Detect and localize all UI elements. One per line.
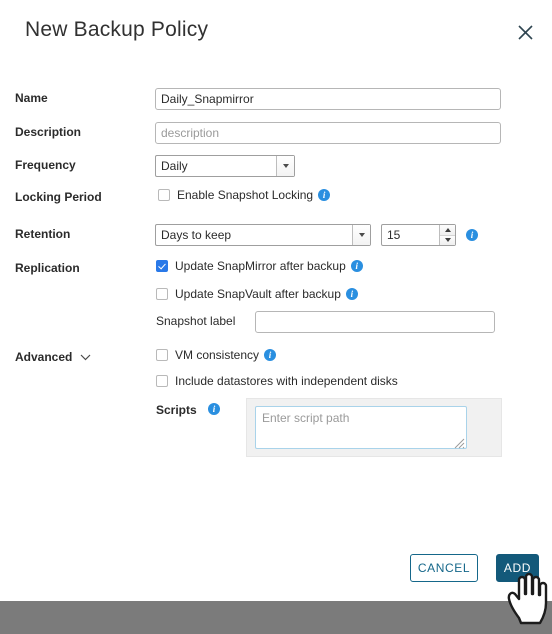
advanced-toggle[interactable]: Advanced: [15, 350, 91, 364]
update-snapmirror-label[interactable]: Update SnapMirror after backup: [175, 259, 346, 273]
update-snapvault-row: Update SnapVault after backup i: [156, 287, 358, 301]
name-input[interactable]: [155, 88, 501, 110]
locking-period-label: Locking Period: [15, 190, 102, 204]
info-icon[interactable]: i: [466, 229, 478, 241]
snapshot-label-input[interactable]: [255, 311, 495, 333]
page-title: New Backup Policy: [25, 18, 209, 41]
independent-disks-row: Include datastores with independent disk…: [156, 374, 398, 388]
new-backup-policy-dialog: New Backup Policy Name Description Frequ…: [0, 0, 552, 601]
info-icon[interactable]: i: [350, 260, 363, 272]
retention-count-value[interactable]: 15: [382, 225, 439, 245]
snapshot-label-label: Snapshot label: [156, 314, 236, 328]
advanced-label: Advanced: [15, 350, 73, 364]
retention-label: Retention: [15, 227, 71, 241]
chevron-down-icon: [352, 225, 370, 245]
retention-count-stepper[interactable]: 15: [381, 224, 456, 246]
update-snapmirror-row: Update SnapMirror after backup i: [156, 259, 363, 273]
replication-label: Replication: [15, 261, 80, 275]
frequency-select[interactable]: Daily: [155, 155, 295, 177]
retention-type-select[interactable]: Days to keep: [155, 224, 371, 246]
scripts-label: Scripts: [156, 403, 197, 417]
close-icon[interactable]: [512, 19, 538, 45]
frequency-label: Frequency: [15, 158, 76, 172]
info-icon[interactable]: i: [345, 288, 358, 300]
vm-consistency-checkbox[interactable]: [156, 349, 168, 361]
independent-disks-label[interactable]: Include datastores with independent disk…: [175, 374, 398, 388]
dialog-header: New Backup Policy: [0, 0, 552, 62]
cancel-button[interactable]: CANCEL: [410, 554, 478, 582]
retention-type-value: Days to keep: [161, 228, 232, 242]
description-label: Description: [15, 125, 82, 139]
frequency-select-value: Daily: [161, 159, 188, 173]
info-icon[interactable]: i: [208, 403, 220, 415]
enable-snapshot-locking-row: Enable Snapshot Locking i: [158, 188, 331, 202]
stepper-increment-button[interactable]: [440, 225, 455, 235]
description-input[interactable]: [155, 122, 501, 144]
vm-consistency-row: VM consistency i: [156, 348, 277, 362]
info-icon[interactable]: i: [264, 349, 277, 361]
scripts-input[interactable]: [255, 406, 467, 449]
independent-disks-checkbox[interactable]: [156, 375, 168, 387]
update-snapmirror-checkbox[interactable]: [156, 260, 168, 272]
name-label: Name: [15, 91, 48, 105]
stepper-decrement-button[interactable]: [440, 234, 455, 245]
enable-snapshot-locking-checkbox[interactable]: [158, 189, 170, 201]
enable-snapshot-locking-label[interactable]: Enable Snapshot Locking: [177, 188, 313, 202]
add-button[interactable]: ADD: [496, 554, 539, 582]
chevron-down-icon: [80, 354, 91, 360]
stepper-buttons: [439, 225, 455, 245]
chevron-down-icon: [276, 156, 294, 176]
info-icon[interactable]: i: [318, 189, 331, 201]
update-snapvault-checkbox[interactable]: [156, 288, 168, 300]
page-background-bar: [0, 601, 552, 634]
update-snapvault-label[interactable]: Update SnapVault after backup: [175, 287, 341, 301]
vm-consistency-label[interactable]: VM consistency: [175, 348, 259, 362]
